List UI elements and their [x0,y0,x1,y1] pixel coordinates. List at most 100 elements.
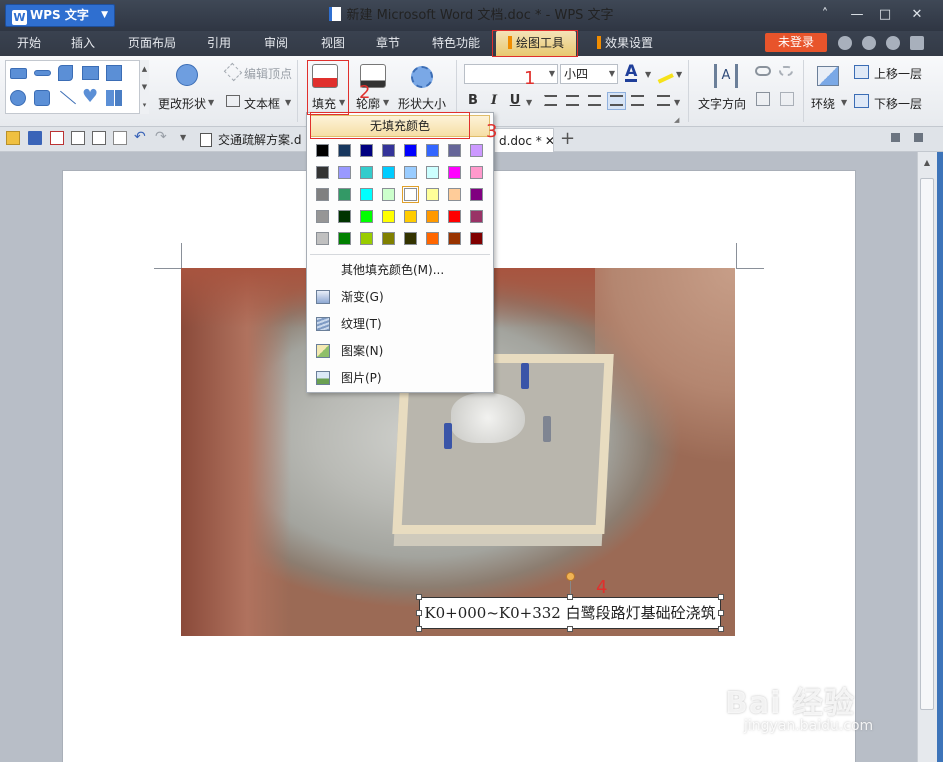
color-swatch[interactable] [338,232,351,245]
color-swatch[interactable] [426,232,439,245]
italic-button[interactable]: I [485,92,503,110]
color-swatch[interactable] [448,166,461,179]
color-swatch[interactable] [382,144,395,157]
texture-option[interactable]: 纹理(T) [312,313,488,335]
picture-option[interactable]: 图片(P) [312,367,488,389]
color-swatch[interactable] [382,232,395,245]
color-swatch[interactable] [360,144,373,157]
new-tab-button[interactable]: + [560,128,575,150]
color-swatch[interactable] [426,144,439,157]
color-swatch[interactable] [338,144,351,157]
resize-handle-bottom[interactable] [567,626,573,632]
export-pdf-icon[interactable] [50,131,64,145]
wrap-button[interactable]: 环绕 [811,95,835,112]
shape-gallery-scroll[interactable]: ▲ ▼ ▾ [139,60,149,114]
color-swatch[interactable] [426,166,439,179]
color-swatch[interactable] [316,210,329,223]
tab-review[interactable]: 审阅 [255,31,297,56]
tab-home[interactable]: 开始 [8,31,50,56]
color-swatch[interactable] [470,210,483,223]
unlink-icon[interactable] [779,66,793,76]
tab-special-features[interactable]: 特色功能 [424,31,488,56]
save-icon[interactable] [28,131,42,145]
color-swatch[interactable] [470,144,483,157]
shirt-icon[interactable] [886,36,900,50]
font-color-button[interactable]: A [625,62,638,82]
send-backward-button[interactable]: 下移一层 [874,95,922,112]
scroll-up-icon[interactable]: ▲ [919,158,935,172]
color-swatch[interactable] [338,166,351,179]
shape-windows-icon[interactable] [106,90,122,106]
color-swatch[interactable] [360,232,373,245]
rotation-handle[interactable] [566,572,575,581]
color-swatch[interactable] [448,144,461,157]
text-box-link-icon[interactable] [756,92,770,106]
doc-tab-traffic-plan[interactable]: 交通疏解方案.d [196,128,308,152]
color-swatch[interactable] [448,188,461,201]
more-fill-colors-option[interactable]: 其他填充颜色(M)... [312,259,488,281]
shape-size-button[interactable]: 形状大小 [398,95,446,112]
color-swatch[interactable] [470,232,483,245]
caption-text-box[interactable]: K0+000~K0+332 白鹭段路灯基础砼浇筑 [419,597,721,629]
restore-doc-icon[interactable] [891,133,900,142]
color-swatch[interactable] [316,188,329,201]
print-preview-icon[interactable] [92,131,106,145]
tab-view[interactable]: 视图 [312,31,354,56]
shape-square-icon[interactable] [106,65,122,81]
color-swatch[interactable] [338,188,351,201]
color-swatch[interactable] [402,186,419,203]
color-swatch[interactable] [404,144,417,157]
color-swatch[interactable] [338,210,351,223]
underline-button[interactable]: U [506,92,524,110]
scrollbar-thumb[interactable] [920,178,934,710]
tab-references[interactable]: 引用 [198,31,240,56]
resize-handle-top[interactable] [567,594,573,600]
color-swatch[interactable] [426,188,439,201]
color-swatch[interactable] [470,188,483,201]
distributed-icon[interactable] [631,95,644,106]
link-icon[interactable] [755,66,771,76]
skin-icon[interactable] [838,36,852,50]
color-swatch[interactable] [360,188,373,201]
tab-page-layout[interactable]: 页面布局 [120,31,184,56]
resize-handle-bottom-right[interactable] [718,626,724,632]
help-icon[interactable] [910,36,924,50]
color-swatch[interactable] [316,232,329,245]
color-swatch[interactable] [404,210,417,223]
text-box-button[interactable]: 文本框 [244,95,280,112]
bring-forward-button[interactable]: 上移一层 [874,65,922,82]
shape-heart-icon[interactable]: ♥ [82,88,98,106]
close-tab-icon[interactable]: ✕ [545,134,553,148]
shape-circle-icon[interactable] [10,90,26,106]
app-menu-button[interactable]: W WPS 文字 ▼ [5,4,115,27]
document-icon[interactable] [113,131,127,145]
redo-icon[interactable]: ↷ [155,129,167,145]
pattern-option[interactable]: 图案(N) [312,340,488,362]
align-right-icon[interactable] [588,95,601,106]
color-swatch[interactable] [382,188,395,201]
color-swatch[interactable] [448,232,461,245]
resize-handle-right[interactable] [718,610,724,616]
change-shape-button[interactable]: 更改形状 [158,95,206,112]
color-swatch[interactable] [448,210,461,223]
color-swatch[interactable] [470,166,483,179]
undo-icon[interactable]: ↶ [134,129,146,145]
resize-handle-top-right[interactable] [718,594,724,600]
open-folder-icon[interactable] [6,131,20,145]
maximize-button[interactable]: □ [873,5,897,25]
align-center-icon[interactable] [566,95,579,106]
color-swatch[interactable] [382,210,395,223]
shape-rounded-bar-icon[interactable] [34,70,51,76]
color-swatch[interactable] [316,166,329,179]
shape-scroll-icon[interactable] [58,65,73,81]
resize-handle-bottom-left[interactable] [416,626,422,632]
minimize-button[interactable]: — [845,5,869,25]
collapse-ribbon-button[interactable]: ˄ [813,5,837,25]
tab-effect-settings[interactable]: 效果设置 [590,31,660,56]
color-swatch[interactable] [404,166,417,179]
gradient-option[interactable]: 渐变(G) [312,286,488,308]
close-doc-icon[interactable] [914,133,923,142]
login-button[interactable]: 未登录 [765,33,827,52]
dialog-launcher-icon[interactable]: ◢ [674,116,679,124]
font-size-combo[interactable]: 小四 ▼ [560,64,618,84]
